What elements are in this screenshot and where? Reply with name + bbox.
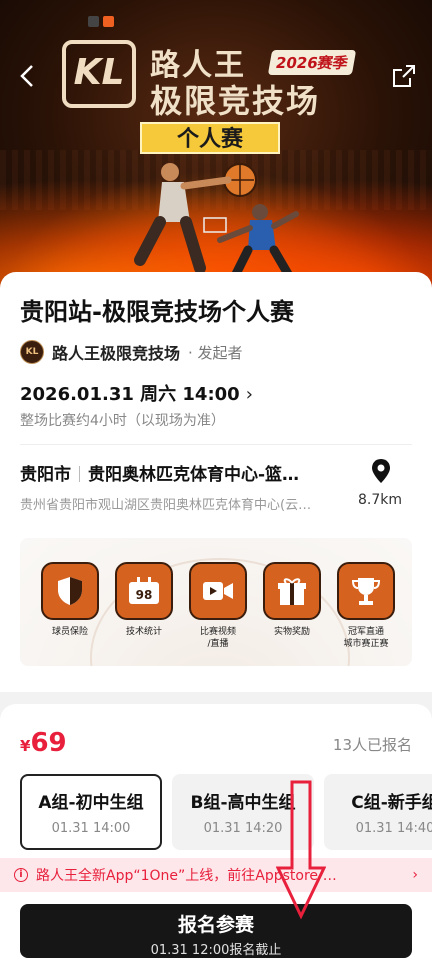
season-tag: 2026赛季 [267,50,356,75]
signup-count: 13人已报名 [332,736,412,754]
benefit-champion: 冠军直通 城市赛正赛 [334,562,398,650]
notice-bar[interactable]: i 路人王全新App“1One”上线，前往Appstore/… › [0,858,432,892]
status-icons [88,16,114,27]
group-option-c[interactable]: C组-新手组 01.31 14:40 [324,774,432,850]
signup-button[interactable]: 报名参赛 01.31 12:00报名截止 [20,904,412,958]
group-name: B组-高中生组 [190,793,296,813]
venue-city: 贵阳市 [20,465,71,485]
group-option-a[interactable]: A组-初中生组 01.31 14:00 [20,774,162,850]
event-title: 贵阳站-极限竞技场个人赛 [20,298,294,326]
chevron-right-icon: › [245,384,253,405]
notice-text: 路人王全新App“1One”上线，前往Appstore/… [36,868,337,884]
venue-row[interactable]: 贵阳市 贵阳奥林匹克体育中心-篮… [20,460,350,485]
event-info-card: 贵阳站-极限竞技场个人赛 KL 路人王极限竞技场 · 发起者 2026.01.3… [0,272,432,692]
benefit-video: 比赛视频 /直播 [186,562,250,650]
benefit-label: 比赛视频 /直播 [199,627,236,649]
signup-label: 报名参赛 [177,914,254,936]
group-time: 01.31 14:40 [355,821,432,836]
signup-deadline: 01.31 12:00报名截止 [150,943,282,958]
share-icon [393,65,415,87]
gift-icon [263,562,321,620]
benefits-panel: 球员保险 98 技术统计 比赛视频 /直播 实物奖励 冠军直通 城市赛正赛 [20,538,412,666]
benefit-stats: 98 技术统计 [112,562,176,638]
brand-line-2: 极限竞技场 [150,82,321,120]
separator [79,466,80,482]
benefit-label: 实物奖励 [273,627,310,637]
venue-address: 贵州省贵阳市观山湖区贵阳奥林匹克体育中心(云… [20,498,312,513]
event-banner: KL 路人王 2026赛季 极限竞技场 个人赛 [0,0,432,290]
shield-icon [41,562,99,620]
benefit-insurance: 球员保险 [38,562,102,638]
benefit-label: 技术统计 [125,627,162,637]
scoreboard-badge: 98 [136,588,153,602]
location-pin-icon[interactable] [370,458,392,484]
benefit-label: 冠军直通 城市赛正赛 [343,627,389,649]
chevron-right-icon: › [412,867,418,883]
event-datetime[interactable]: 2026.01.31 周六 14:00 › [20,380,253,406]
price-value: 69 [30,728,67,758]
back-button[interactable] [14,62,42,90]
organizer-role: · 发起者 [188,343,243,362]
organizer-name: 路人王极限竞技场 [52,344,181,363]
benefit-label: 球员保险 [51,627,88,637]
benefit-prize: 实物奖励 [260,562,324,638]
venue-distance: 8.7km [358,492,403,508]
group-name: C组-新手组 [351,793,432,813]
event-detail-page: KL 路人王 2026赛季 极限竞技场 个人赛 贵阳站-极限竞技场个人赛 KL … [0,0,432,964]
scoreboard-icon: 98 [115,562,173,620]
group-selector: A组-初中生组 01.31 14:00 B组-高中生组 01.31 14:20 … [20,774,432,850]
price-currency: ¥ [20,737,31,755]
group-option-b[interactable]: B组-高中生组 01.31 14:20 [172,774,314,850]
trophy-icon [337,562,395,620]
event-duration: 整场比赛约4小时（以现场为准） [20,413,225,429]
group-time: 01.31 14:20 [203,821,283,836]
info-icon: i [14,868,28,882]
price: ¥69 [20,728,67,758]
organizer-avatar: KL [20,340,44,364]
share-button[interactable] [392,64,416,88]
venue-name: 贵阳奥林匹克体育中心-篮… [88,465,300,485]
divider [20,444,412,445]
organizer-row[interactable]: KL 路人王极限竞技场 · 发起者 [20,340,243,364]
chevron-left-icon [20,65,33,87]
video-camera-icon [189,562,247,620]
basketball-players-illustration [134,163,299,279]
datetime-text: 2026.01.31 周六 14:00 [20,384,240,405]
brand-logo: KL [62,40,136,108]
group-name: A组-初中生组 [38,793,144,813]
group-time: 01.31 14:00 [51,821,131,836]
